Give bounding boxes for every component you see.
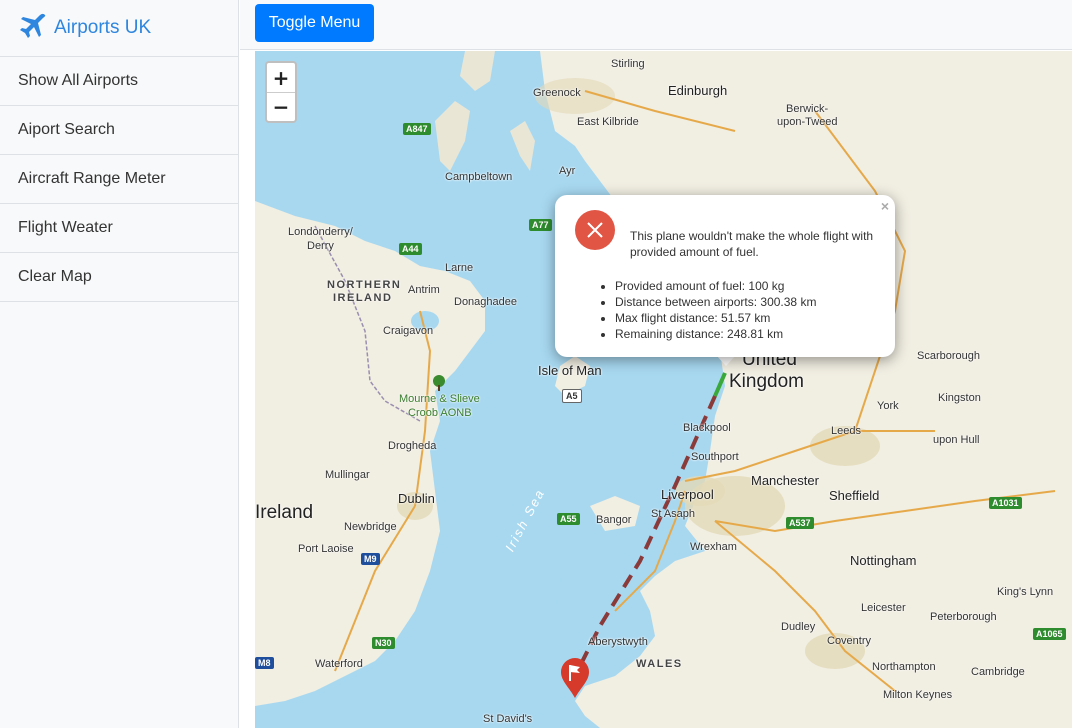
road-a5: A5 [562, 389, 582, 403]
top-bar: Toggle Menu [240, 0, 1072, 50]
place-donaghadee: Donaghadee [454, 296, 518, 308]
place-port-laoise: Port Laoise [298, 543, 354, 555]
destination-marker[interactable] [559, 657, 591, 704]
place-larne: Larne [445, 262, 474, 274]
region-ireland-ni: IRELAND [333, 292, 393, 304]
place-isle-of-man: Isle of Man [538, 363, 602, 378]
place-drogheda: Drogheda [388, 440, 437, 452]
place-cambridge: Cambridge [971, 666, 1025, 678]
place-campbeltown: Campbeltown [445, 171, 513, 183]
sidebar: Airports UK Show All Airports Aiport Sea… [0, 0, 239, 728]
zoom-control: + − [265, 61, 297, 123]
region-kingdom: Kingdom [729, 371, 804, 392]
place-mullingar: Mullingar [325, 469, 370, 481]
road-a1031: A1031 [989, 497, 1022, 509]
place-manchester: Manchester [751, 473, 819, 488]
place-nottingham: Nottingham [850, 553, 917, 568]
place-berwick-2: upon-Tweed [777, 116, 838, 128]
place-newbridge: Newbridge [344, 521, 397, 533]
map[interactable]: Stirling Greenock Edinburgh Berwick- upo… [255, 51, 1072, 728]
place-liverpool: Liverpool [661, 487, 714, 502]
place-peterborough: Peterborough [930, 611, 997, 623]
map-base [255, 51, 1072, 728]
place-londonderry: Londonderry/ [288, 226, 353, 238]
place-aberystwyth: Aberystwyth [588, 636, 648, 648]
place-berwick: Berwick- [786, 103, 829, 115]
toggle-menu-button[interactable]: Toggle Menu [255, 4, 374, 42]
place-blackpool: Blackpool [683, 422, 731, 434]
place-derry: Derry [307, 240, 334, 252]
error-icon [575, 210, 615, 250]
place-leicester: Leicester [861, 602, 906, 614]
road-a44: A44 [399, 243, 422, 255]
zoom-out-button[interactable]: − [267, 92, 295, 121]
menu-airport-search[interactable]: Aiport Search [0, 106, 238, 155]
region-ireland: Ireland [255, 502, 314, 523]
place-bangor: Bangor [596, 514, 632, 526]
menu-clear-map[interactable]: Clear Map [0, 253, 238, 302]
place-craigavon: Craigavon [383, 325, 434, 337]
place-dublin: Dublin [398, 491, 435, 506]
detail-distance: Distance between airports: 300.38 km [615, 294, 816, 310]
road-m8: M8 [255, 657, 274, 669]
menu-flight-weather[interactable]: Flight Weater [0, 204, 238, 253]
place-leeds: Leeds [831, 425, 861, 437]
place-york: York [877, 400, 899, 412]
place-st-davids: St David's [483, 713, 533, 725]
region-northern: NORTHERN [327, 279, 402, 291]
road-m9: M9 [361, 553, 380, 565]
place-northampton: Northampton [872, 661, 936, 673]
popup-details: Provided amount of fuel: 100 kg Distance… [615, 278, 816, 342]
popup-message: This plane wouldn't make the whole fligh… [630, 229, 874, 259]
place-east-kilbride: East Kilbride [577, 116, 639, 128]
place-edinburgh: Edinburgh [668, 83, 728, 98]
detail-remaining: Remaining distance: 248.81 km [615, 326, 816, 342]
close-icon[interactable]: × [881, 198, 889, 214]
place-waterford: Waterford [315, 658, 363, 670]
road-n30: N30 [372, 637, 395, 649]
place-mourne-2: Croob AONB [408, 407, 472, 419]
place-kingston: Kingston [938, 392, 981, 404]
place-wrexham: Wrexham [690, 541, 737, 553]
detail-fuel: Provided amount of fuel: 100 kg [615, 278, 816, 294]
tree-icon [432, 375, 446, 396]
region-wales: WALES [636, 658, 683, 670]
brand[interactable]: Airports UK [0, 0, 238, 57]
place-coventry: Coventry [827, 635, 872, 647]
menu-aircraft-range-meter[interactable]: Aircraft Range Meter [0, 155, 238, 204]
place-kings-lynn: King's Lynn [997, 586, 1054, 598]
road-a537: A537 [786, 517, 814, 529]
place-ayr: Ayr [559, 165, 576, 177]
range-result-popup: × This plane wouldn't make the whole fli… [555, 195, 895, 357]
place-sheffield: Sheffield [829, 488, 880, 503]
place-kingston-2: upon Hull [933, 434, 980, 446]
place-milton-keynes: Milton Keynes [883, 689, 953, 701]
road-a847: A847 [403, 123, 431, 135]
airplane-icon [18, 11, 48, 46]
place-greenock: Greenock [533, 87, 581, 99]
place-scarborough: Scarborough [917, 350, 980, 362]
place-st-asaph: St Asaph [651, 508, 696, 520]
place-southport: Southport [691, 451, 739, 463]
menu-show-all-airports[interactable]: Show All Airports [0, 57, 238, 106]
road-a1065: A1065 [1033, 628, 1066, 640]
place-stirling: Stirling [611, 58, 645, 70]
brand-title: Airports UK [54, 17, 152, 38]
road-a55: A55 [557, 513, 580, 525]
detail-max-distance: Max flight distance: 51.57 km [615, 310, 816, 326]
zoom-in-button[interactable]: + [267, 63, 295, 92]
place-dudley: Dudley [781, 621, 816, 633]
road-a77: A77 [529, 219, 552, 231]
place-antrim: Antrim [408, 284, 440, 296]
